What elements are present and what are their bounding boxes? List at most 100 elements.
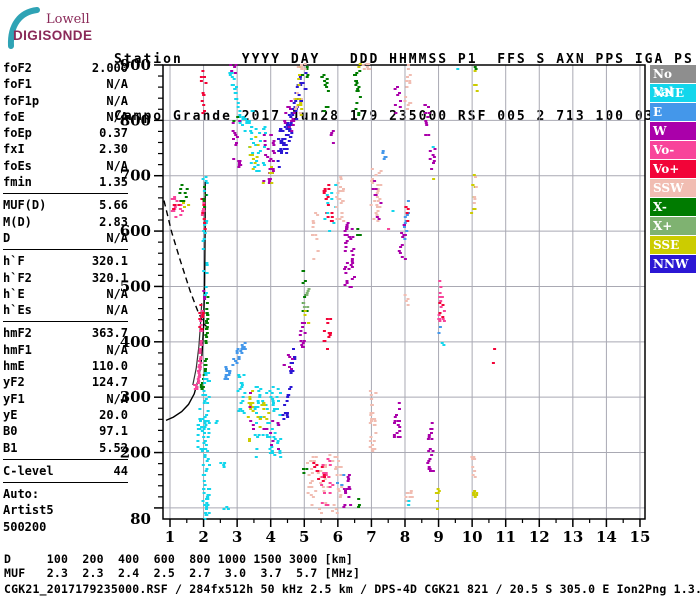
echo-point-vom <box>324 504 328 506</box>
echo-point-nne <box>279 438 283 440</box>
echo-point-nne <box>270 450 274 452</box>
echo-point-w <box>289 100 293 102</box>
echo-point-nne <box>201 248 205 250</box>
echo-point-w <box>424 120 428 122</box>
echo-point-ssw <box>340 212 344 214</box>
echo-point-w <box>262 428 266 430</box>
echo-point-nne <box>255 412 258 414</box>
echo-point-w <box>235 136 239 138</box>
echo-point-w <box>291 124 295 126</box>
echo-point-vop <box>199 76 203 78</box>
echo-point-w <box>345 224 349 226</box>
echo-point-vom <box>198 348 202 350</box>
echo-point-vop <box>320 466 324 468</box>
echo-point-vom <box>200 330 204 332</box>
echo-point-vom <box>437 318 441 320</box>
y-axis-label-200: 200 <box>120 444 151 462</box>
echo-point-w <box>392 434 396 436</box>
echo-point-w <box>233 72 237 74</box>
echo-point-w <box>202 290 206 292</box>
echo-point-nnw <box>291 114 295 116</box>
echo-point-nne <box>202 492 206 494</box>
y-axis-label-700: 700 <box>120 167 151 185</box>
echo-point-w <box>396 86 399 88</box>
echo-point-ssw <box>320 512 323 514</box>
echo-point-nnw <box>299 100 303 102</box>
echo-point-nnw <box>285 148 289 150</box>
echo-point-xm <box>205 336 209 338</box>
echo-point-ssw <box>316 472 320 474</box>
echo-point-nnw <box>282 144 286 146</box>
echo-point-nne <box>201 178 205 180</box>
echo-point-xm <box>205 332 209 334</box>
echo-point-w <box>203 298 207 300</box>
echo-point-nnw <box>283 404 287 406</box>
echo-point-w <box>428 448 432 450</box>
echo-point-nnw <box>297 94 301 96</box>
echo-point-w <box>290 368 293 370</box>
echo-point-nne <box>204 180 208 182</box>
echo-point-vop <box>327 332 331 334</box>
echo-point-w <box>430 428 434 430</box>
echo-point-vop <box>330 212 334 214</box>
echo-point-vop <box>330 216 334 218</box>
echo-point-vop <box>322 474 326 476</box>
echo-point-w <box>263 144 267 146</box>
echo-point-xm <box>354 84 358 86</box>
echo-point-sse <box>294 98 298 100</box>
echo-point-nne <box>261 434 265 436</box>
echo-point-w <box>343 230 347 232</box>
legend-item-xm: X- <box>650 198 696 216</box>
echo-point-nne <box>222 464 226 466</box>
echo-point-vom <box>196 378 200 380</box>
echo-point-nne <box>262 164 266 166</box>
echo-point-nne <box>205 508 208 510</box>
echo-point-ssw <box>370 180 374 182</box>
echo-point-nne <box>232 78 236 80</box>
echo-point-ssw <box>339 474 343 476</box>
echo-point-sse <box>182 202 185 204</box>
echo-point-w <box>427 134 431 136</box>
echo-point-nne <box>268 448 272 450</box>
echo-point-xm <box>325 86 329 88</box>
echo-point-nne <box>206 458 210 460</box>
echo-point-e <box>237 356 241 358</box>
echo-point-sse <box>263 404 267 406</box>
echo-point-nne <box>206 450 210 452</box>
echo-point-vom <box>442 310 446 312</box>
x-axis-label-10: 10 <box>462 528 483 546</box>
echo-point-nne <box>204 394 208 396</box>
echo-point-nne <box>201 394 205 396</box>
echo-point-ssw <box>311 226 315 228</box>
echo-point-e <box>235 362 239 364</box>
echo-point-xm <box>358 96 362 98</box>
echo-point-ssw <box>310 480 314 482</box>
echo-point-xm <box>302 472 306 474</box>
echo-point-sse <box>475 492 479 494</box>
echo-point-nne <box>240 382 244 384</box>
echo-point-w <box>403 234 407 236</box>
echo-point-ssw <box>306 462 309 464</box>
echo-point-vom <box>328 492 332 494</box>
echo-point-sse <box>300 108 304 110</box>
echo-point-nnw <box>281 130 285 132</box>
echo-point-nne <box>271 400 275 402</box>
echo-point-sse <box>472 174 476 176</box>
echo-point-nne <box>203 382 207 384</box>
echo-point-w <box>286 354 290 356</box>
echo-point-nne <box>202 480 206 482</box>
echo-point-w <box>347 486 351 488</box>
echo-point-nne <box>241 118 245 120</box>
echo-point-xm <box>303 296 307 298</box>
echo-point-nnw <box>286 396 290 398</box>
echo-point-xm <box>206 318 210 320</box>
true-height-profile <box>165 181 206 422</box>
echo-point-ssw <box>408 82 412 84</box>
echo-point-nne <box>199 420 202 422</box>
echo-point-nne <box>205 506 209 508</box>
echo-point-ssw <box>303 63 307 65</box>
echo-point-nne <box>204 398 208 400</box>
echo-point-vop <box>438 302 442 304</box>
echo-point-nnw <box>285 400 289 402</box>
echo-point-w <box>424 112 427 114</box>
